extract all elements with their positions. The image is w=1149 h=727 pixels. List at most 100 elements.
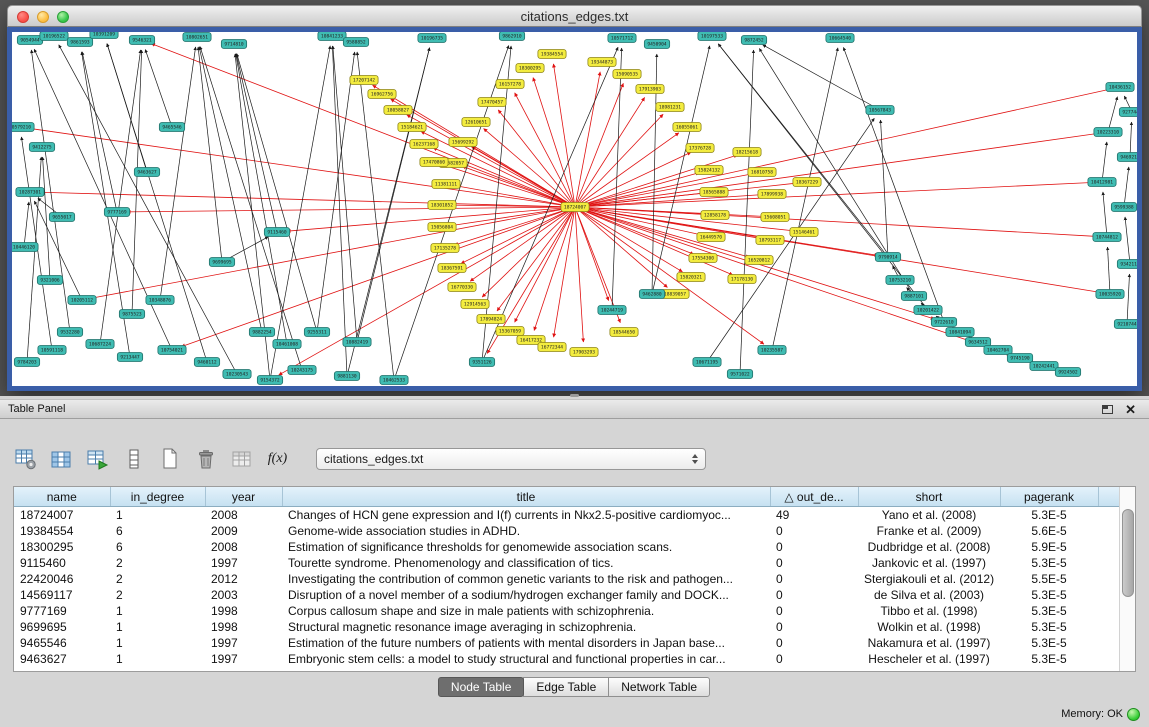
cell[interactable]: 1997 xyxy=(205,635,282,651)
cell[interactable]: 0 xyxy=(770,539,858,555)
graph-edge[interactable] xyxy=(1124,167,1129,207)
cell[interactable]: 5.3E-5 xyxy=(1000,603,1098,619)
cell[interactable]: 14569117 xyxy=(14,587,110,603)
table-scrollbar[interactable] xyxy=(1119,487,1135,671)
graph-edge[interactable] xyxy=(1127,274,1130,324)
graph-edge[interactable] xyxy=(200,47,302,370)
cell[interactable]: 1997 xyxy=(205,651,282,667)
cell[interactable]: 5.3E-5 xyxy=(1000,555,1098,571)
tab-node-table[interactable]: Node Table xyxy=(438,677,525,697)
minimize-window-button[interactable] xyxy=(37,11,49,23)
splitter-handle[interactable] xyxy=(570,394,579,397)
cell[interactable] xyxy=(1098,635,1120,651)
cell[interactable]: 2009 xyxy=(205,523,282,539)
cell[interactable]: Hescheler et al. (1997) xyxy=(858,651,1000,667)
cell[interactable] xyxy=(1098,571,1120,587)
cell[interactable]: Franke et al. (2009) xyxy=(858,523,1000,539)
cell[interactable]: 5.3E-5 xyxy=(1000,635,1098,651)
table-row[interactable]: 969969511998Structural magnetic resonanc… xyxy=(14,619,1120,635)
graph-edge[interactable] xyxy=(1125,217,1130,264)
cell[interactable]: 9777169 xyxy=(14,603,110,619)
column-header[interactable]: name xyxy=(14,487,110,507)
graph-edge[interactable] xyxy=(92,207,575,298)
table-row[interactable]: 977716911998Corpus callosum shape and si… xyxy=(14,603,1120,619)
cell[interactable]: 1998 xyxy=(205,603,282,619)
cell[interactable] xyxy=(1098,507,1120,524)
cell[interactable]: Disruption of a novel member of a sodium… xyxy=(282,587,770,603)
cell[interactable]: 9115460 xyxy=(14,555,110,571)
graph-edge[interactable] xyxy=(497,207,575,311)
cell[interactable] xyxy=(1098,555,1120,571)
column-header[interactable]: title xyxy=(282,487,770,507)
cell[interactable]: 18724007 xyxy=(14,507,110,524)
graph-edge[interactable] xyxy=(1103,192,1107,237)
cell[interactable]: 5.6E-5 xyxy=(1000,523,1098,539)
column-header[interactable]: short xyxy=(858,487,1000,507)
graph-edge[interactable] xyxy=(534,207,575,331)
column-header[interactable]: pagerank xyxy=(1000,487,1098,507)
graph-edge[interactable] xyxy=(100,50,141,344)
function-builder-button[interactable]: f(x) xyxy=(264,447,291,472)
cell[interactable]: 0 xyxy=(770,651,858,667)
cell[interactable]: Genome-wide association studies in ADHD. xyxy=(282,523,770,539)
cell[interactable]: 9463627 xyxy=(14,651,110,667)
graph-edge[interactable] xyxy=(333,46,357,342)
cell[interactable]: Estimation of the future numbers of pati… xyxy=(282,635,770,651)
window-titlebar[interactable]: citations_edges.txt xyxy=(7,5,1142,27)
graph-edge[interactable] xyxy=(707,118,874,362)
cell[interactable]: 5.3E-5 xyxy=(1000,651,1098,667)
graph-edge[interactable] xyxy=(30,128,575,207)
import-table-button[interactable] xyxy=(84,447,111,472)
graph-edge[interactable] xyxy=(82,52,117,212)
cell[interactable]: de Silva et al. (2003) xyxy=(858,587,1000,603)
cell[interactable]: Embryonic stem cells: a model to study s… xyxy=(282,651,770,667)
cell[interactable] xyxy=(1098,587,1120,603)
graph-edge[interactable] xyxy=(575,207,694,254)
cell[interactable]: 0 xyxy=(770,619,858,635)
graph-edge[interactable] xyxy=(470,207,575,281)
graph-edge[interactable] xyxy=(181,207,575,347)
graph-edge[interactable] xyxy=(1108,97,1117,132)
row-height-button[interactable] xyxy=(120,447,147,472)
graph-edge[interactable] xyxy=(740,50,754,374)
network-canvas[interactable]: 1872400719384554183002951615727817470457… xyxy=(12,32,1137,386)
cell[interactable]: 5.5E-5 xyxy=(1000,571,1098,587)
graph-edge[interactable] xyxy=(151,44,575,207)
graph-edge[interactable] xyxy=(881,120,888,257)
show-columns-button[interactable] xyxy=(48,447,75,472)
close-panel-icon[interactable]: ✕ xyxy=(1125,402,1136,418)
cell[interactable] xyxy=(1098,523,1120,539)
cell[interactable]: Changes of HCN gene expression and I(f) … xyxy=(282,507,770,524)
cell[interactable]: 49 xyxy=(770,507,858,524)
cell[interactable] xyxy=(1098,539,1120,555)
new-table-button[interactable] xyxy=(156,447,183,472)
cell[interactable]: Tibbo et al. (1998) xyxy=(858,603,1000,619)
graph-edge[interactable] xyxy=(575,89,1110,207)
graph-edge[interactable] xyxy=(132,50,142,314)
table-row[interactable]: 1872400712008Changes of HCN gene express… xyxy=(14,507,1120,524)
table-panel-titlebar[interactable]: Table Panel ✕ xyxy=(0,399,1149,419)
cell[interactable]: 1 xyxy=(110,651,205,667)
graph-edge[interactable] xyxy=(160,47,196,300)
cell[interactable]: 0 xyxy=(770,571,858,587)
cell[interactable]: 1 xyxy=(110,635,205,651)
tab-edge-table[interactable]: Edge Table xyxy=(523,677,609,697)
scrollbar-thumb[interactable] xyxy=(1122,509,1134,597)
cell[interactable]: Wolkin et al. (1998) xyxy=(858,619,1000,635)
graph-edge[interactable] xyxy=(575,83,623,207)
table-row[interactable]: 1456911722003Disruption of a novel membe… xyxy=(14,587,1120,603)
cell[interactable]: 5.3E-5 xyxy=(1000,619,1098,635)
cell[interactable]: 0 xyxy=(770,523,858,539)
cell[interactable]: 2008 xyxy=(205,507,282,524)
graph-edge[interactable] xyxy=(236,54,277,232)
cell[interactable]: Estimation of significance thresholds fo… xyxy=(282,539,770,555)
cell[interactable]: 0 xyxy=(770,603,858,619)
zoom-window-button[interactable] xyxy=(57,11,69,23)
cell[interactable] xyxy=(1098,603,1120,619)
cell[interactable]: 1 xyxy=(110,507,205,524)
cell[interactable]: 1 xyxy=(110,603,205,619)
table-select-dropdown[interactable]: citations_edges.txt xyxy=(316,448,706,470)
cell[interactable]: 2 xyxy=(110,555,205,571)
table-row[interactable]: 946554611997Estimation of the future num… xyxy=(14,635,1120,651)
cell[interactable]: 18300295 xyxy=(14,539,110,555)
